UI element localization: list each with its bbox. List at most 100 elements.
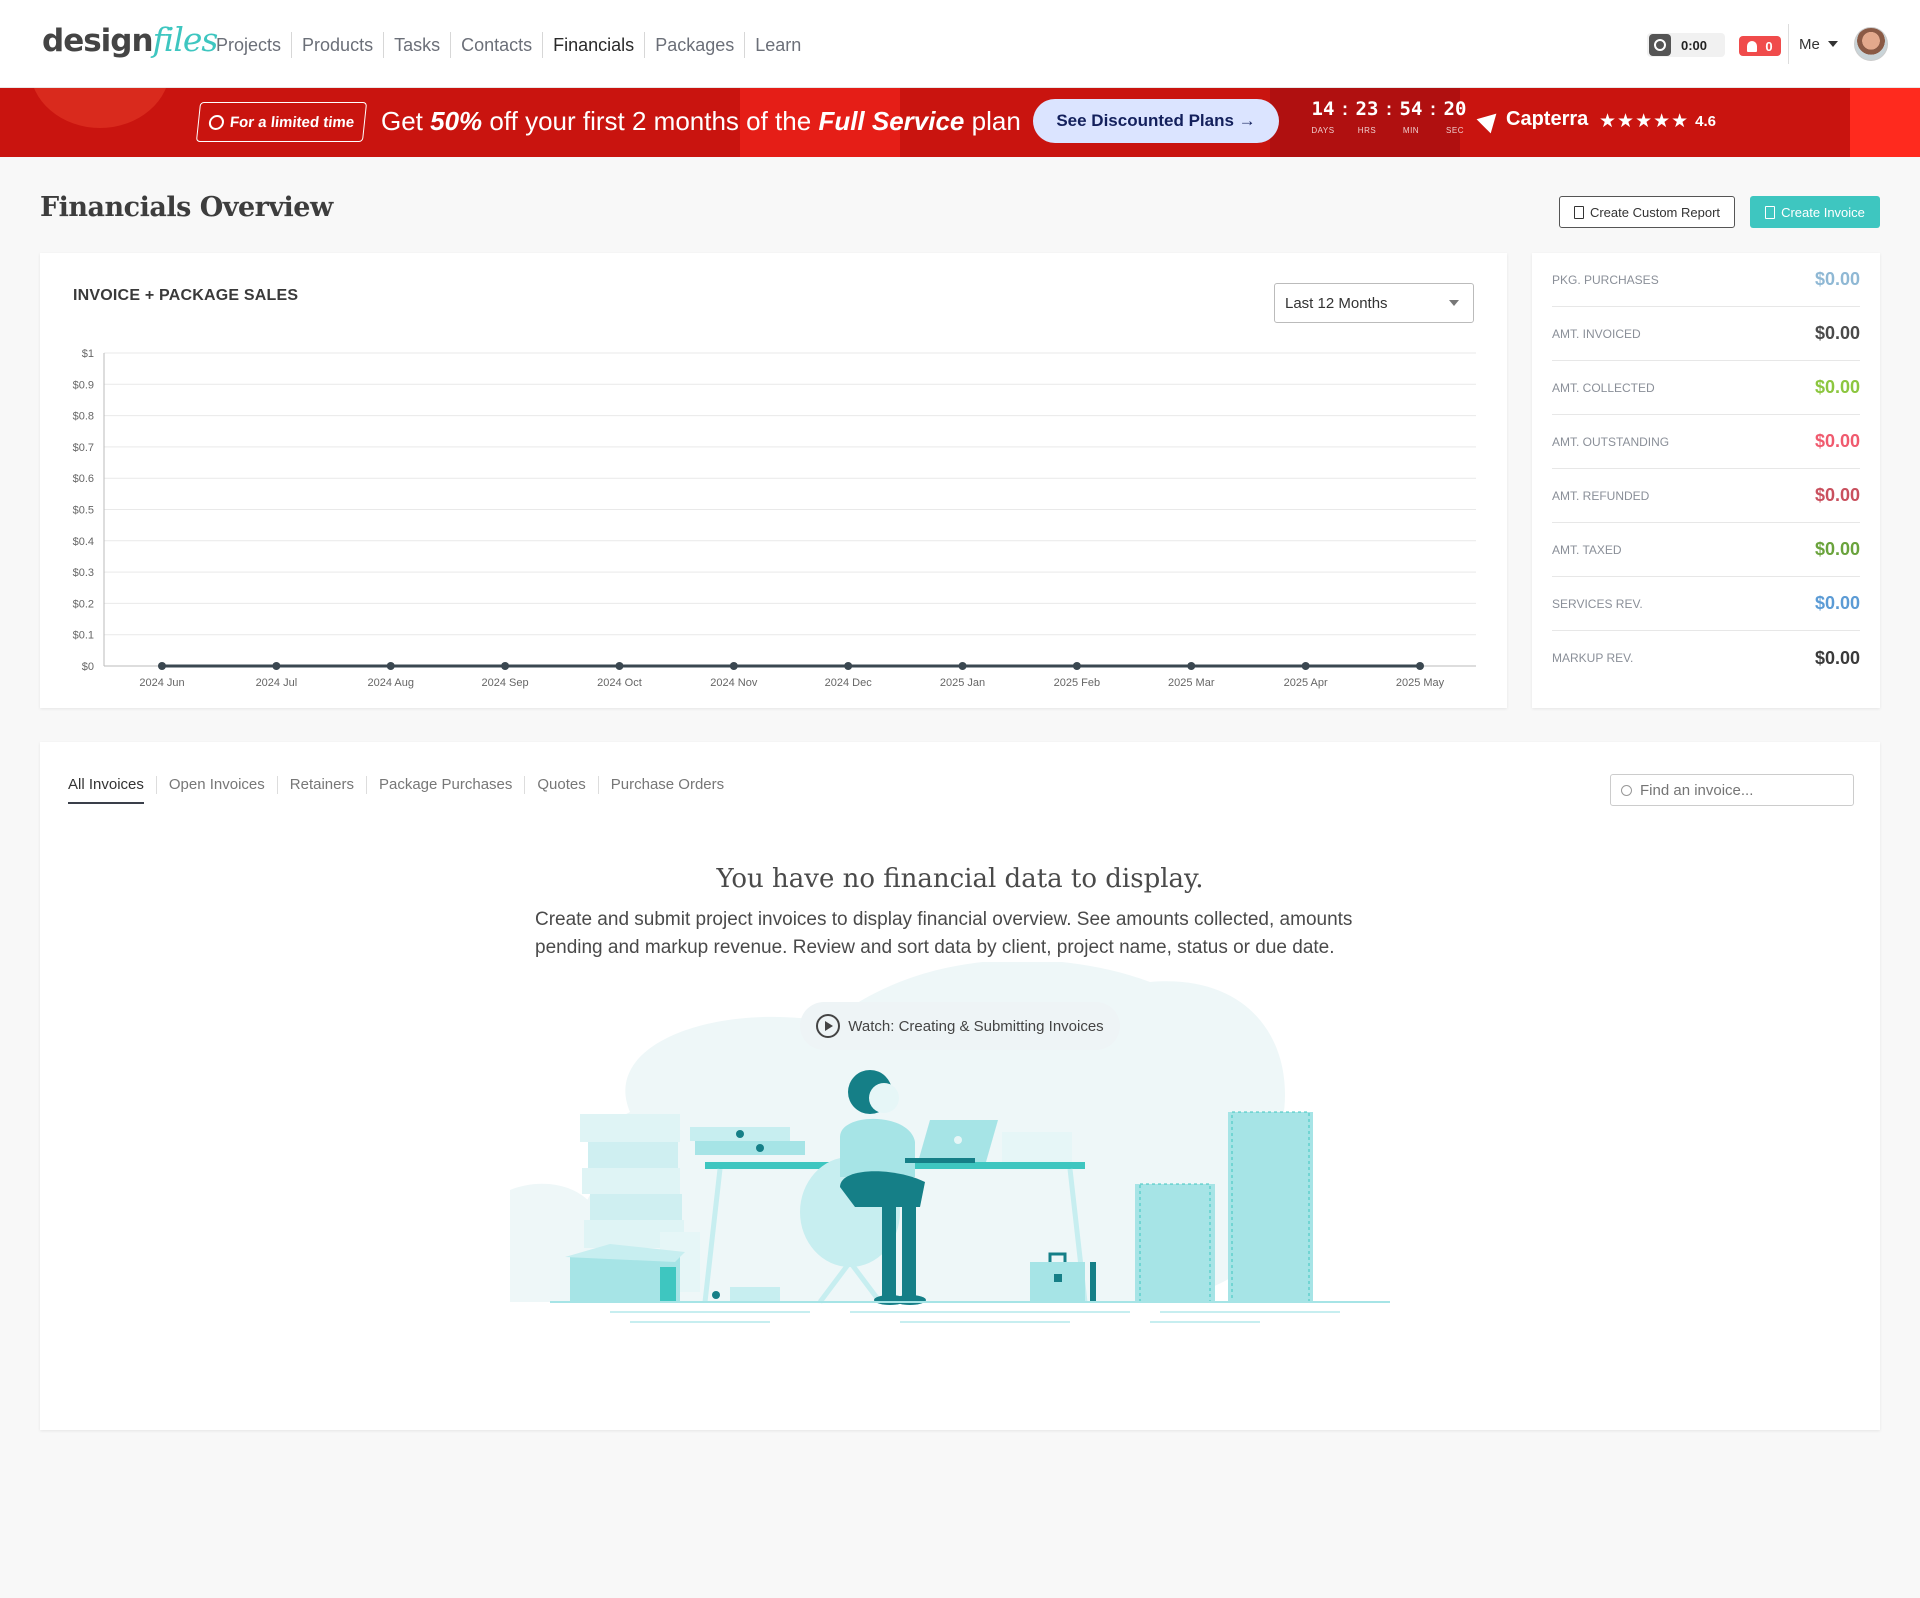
promo-text-prefix: Get <box>381 106 431 136</box>
capterra-label: Capterra <box>1506 108 1589 130</box>
tab-open-invoices[interactable]: Open Invoices <box>157 776 278 794</box>
x-tick-label: 2024 Oct <box>597 677 642 689</box>
stat-row: AMT. OUTSTANDING $0.00 <box>1552 415 1860 469</box>
nav-item-projects[interactable]: Projects <box>206 32 293 58</box>
top-navigation: designfiles Projects Products Tasks Cont… <box>0 0 1920 88</box>
data-point <box>158 662 166 670</box>
star-icons: ★★★★★ <box>1599 111 1690 132</box>
promo-countdown: 14 DAYS : 23 HRS : 54 MIN : 20 SEC <box>1307 98 1471 135</box>
limited-time-tag: For a limited time <box>195 102 368 142</box>
countdown-hours: 23 <box>1355 98 1379 120</box>
see-discounted-plans-button[interactable]: See Discounted Plans → <box>1033 99 1279 143</box>
stat-value: $0.00 <box>1814 323 1860 343</box>
tab-retainers[interactable]: Retainers <box>278 776 367 794</box>
search-input[interactable] <box>1640 781 1840 799</box>
stat-row: PKG. PURCHASES $0.00 <box>1552 253 1860 307</box>
stat-label: SERVICES REV. <box>1552 596 1643 611</box>
data-point <box>958 662 967 670</box>
stat-value: $0.00 <box>1814 431 1860 451</box>
nav-item-products[interactable]: Products <box>292 32 385 58</box>
nav-item-financials[interactable]: Financials <box>543 32 646 58</box>
stat-label: AMT. REFUNDED <box>1552 488 1650 503</box>
capterra-logo[interactable]: Capterra <box>1476 106 1589 133</box>
stat-label: AMT. COLLECTED <box>1552 380 1655 395</box>
storage-box <box>565 1244 685 1302</box>
x-tick-label: 2025 Jan <box>940 677 985 689</box>
create-custom-report-label: Create Custom Report <box>1589 204 1721 220</box>
nav-item-tasks[interactable]: Tasks <box>384 32 452 58</box>
data-point <box>729 662 738 670</box>
x-tick-label: 2024 Sep <box>482 677 529 689</box>
alarm-clock-icon <box>208 114 225 130</box>
document-icon <box>1573 205 1584 219</box>
time-tracker[interactable]: 0:00 <box>1647 33 1725 57</box>
countdown-seconds-label: SEC <box>1446 126 1464 135</box>
tab-package-purchases[interactable]: Package Purchases <box>367 776 526 794</box>
ground-lines <box>550 1301 1390 1323</box>
y-tick-label: $0.9 <box>73 379 94 391</box>
countdown-days-label: DAYS <box>1311 126 1335 135</box>
chevron-down-icon <box>1827 41 1838 47</box>
create-invoice-label: Create Invoice <box>1781 204 1865 220</box>
x-tick-label: 2024 Jun <box>139 677 184 689</box>
bell-icon <box>1747 40 1758 52</box>
stat-row: SERVICES REV. $0.00 <box>1552 577 1860 631</box>
promo-banner: For a limited time Get 50% off your firs… <box>0 88 1920 157</box>
main-nav: Projects Products Tasks Contacts Financi… <box>206 32 811 58</box>
nav-item-packages[interactable]: Packages <box>645 32 746 58</box>
y-tick-label: $0.4 <box>73 536 94 548</box>
y-tick-label: $0.7 <box>73 442 94 454</box>
banner-decoration <box>1850 88 1920 157</box>
avatar[interactable] <box>1853 27 1888 61</box>
date-range-select[interactable]: Last 12 Months <box>1274 283 1474 323</box>
capterra-arrow-icon <box>1476 106 1504 133</box>
stat-label: AMT. OUTSTANDING <box>1552 434 1670 449</box>
search-icon <box>1621 784 1632 796</box>
stat-value: $0.00 <box>1814 647 1860 668</box>
nav-item-contacts[interactable]: Contacts <box>451 32 544 58</box>
data-point <box>844 662 853 670</box>
promo-text-mid: off your first 2 months of the <box>482 106 819 136</box>
chart-title: INVOICE + PACKAGE SALES <box>73 287 299 304</box>
promo-discount: 50% <box>430 106 483 136</box>
invoices-card: All Invoices Open Invoices Retainers Pac… <box>40 742 1880 1430</box>
promo-headline: Get 50% off your first 2 months of the F… <box>381 106 1021 137</box>
tab-quotes[interactable]: Quotes <box>525 776 599 794</box>
y-tick-label: $0.1 <box>73 630 94 642</box>
notifications-button[interactable]: 0 <box>1739 36 1781 56</box>
chevron-down-icon <box>1449 300 1459 306</box>
data-point <box>386 662 395 670</box>
rating-stars: ★★★★★ 4.6 <box>1599 110 1716 133</box>
stat-value: $0.00 <box>1814 593 1860 613</box>
x-tick-label: 2024 Aug <box>367 677 414 689</box>
y-tick-label: $0 <box>82 661 94 673</box>
financial-stats-card: PKG. PURCHASES $0.00 AMT. INVOICED $0.00 AMT… <box>1532 253 1880 708</box>
nav-item-learn[interactable]: Learn <box>745 32 811 58</box>
tab-all-invoices[interactable]: All Invoices <box>68 776 157 804</box>
stat-label: MARKUP REV. <box>1552 651 1634 665</box>
timer-value: 0:00 <box>1681 37 1708 53</box>
create-custom-report-button[interactable]: Create Custom Report <box>1559 196 1735 228</box>
play-icon <box>816 1014 841 1038</box>
invoice-tabs: All Invoices Open Invoices Retainers Pac… <box>68 776 736 804</box>
data-point <box>501 662 510 670</box>
y-tick-label: $0.3 <box>73 567 94 579</box>
watch-video-button[interactable]: Watch: Creating & Submitting Invoices <box>800 1002 1120 1050</box>
designfiles-logo[interactable]: designfiles <box>42 20 218 60</box>
stopwatch-icon <box>1649 34 1671 56</box>
y-tick-label: $0.8 <box>73 411 94 423</box>
tab-purchase-orders[interactable]: Purchase Orders <box>599 776 736 794</box>
create-invoice-button[interactable]: Create Invoice <box>1750 196 1880 228</box>
countdown-hours-label: HRS <box>1357 126 1377 135</box>
data-point <box>1072 662 1081 670</box>
countdown-separator: : <box>1386 99 1392 119</box>
countdown-minutes-label: MIN <box>1402 126 1420 135</box>
x-tick-label: 2025 May <box>1396 677 1445 689</box>
y-tick-label: $1 <box>82 348 94 360</box>
stat-label: AMT. INVOICED <box>1552 326 1641 341</box>
stat-value: $0.00 <box>1814 377 1860 397</box>
x-tick-label: 2024 Jul <box>256 677 298 689</box>
user-menu[interactable]: Me <box>1788 24 1888 64</box>
data-point <box>272 662 281 670</box>
promo-text-suffix: plan <box>964 106 1021 136</box>
